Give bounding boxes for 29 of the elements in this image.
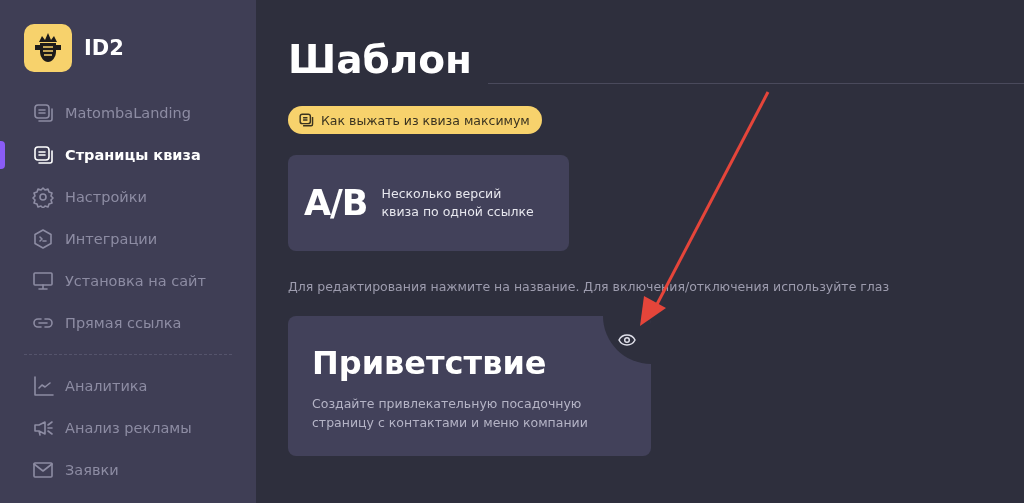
sidebar-item[interactable]: Интеграции (0, 218, 256, 260)
sidebar-item[interactable]: Анализ рекламы (0, 407, 256, 449)
sidebar-item[interactable]: MatombaLanding (0, 92, 256, 134)
ab-test-card[interactable]: A/B Несколько версий квиза по одной ссылке (288, 155, 569, 251)
pages-icon (298, 112, 314, 128)
eye-icon (618, 334, 636, 346)
active-indicator (0, 141, 5, 169)
page-title: Шаблон (288, 36, 473, 84)
sidebar-item[interactable]: Установка на сайт (0, 260, 256, 302)
terminal-icon (32, 228, 54, 250)
ab-description: Несколько версий квиза по одной ссылке (381, 185, 535, 221)
sidebar-item[interactable]: Заявки (0, 449, 256, 491)
pages-icon (32, 144, 54, 166)
card-title[interactable]: Приветствие (312, 344, 547, 382)
sidebar-item[interactable]: Прямая ссылка (0, 302, 256, 344)
sidebar-item[interactable]: Аналитика (0, 365, 256, 407)
mail-icon (32, 459, 54, 481)
gear-icon (32, 186, 54, 208)
sidebar-item[interactable]: Страницы квиза (0, 134, 256, 176)
tips-button[interactable]: Как выжать из квиза максимум (288, 106, 542, 134)
sidebar-item[interactable]: Настройки (0, 176, 256, 218)
logo-text: ID2 (84, 36, 124, 60)
ab-label: A/B (304, 183, 368, 223)
logo-icon (24, 24, 72, 72)
page-card[interactable]: Приветствие Создайте привлекательную посадочную страницу с контактами и меню компании (288, 316, 651, 456)
chart-icon (32, 375, 54, 397)
monitor-icon (32, 270, 54, 292)
pages-icon (32, 102, 54, 124)
card-description: Создайте привлекательную посадочную страницу с контактами и меню компании (312, 395, 589, 432)
